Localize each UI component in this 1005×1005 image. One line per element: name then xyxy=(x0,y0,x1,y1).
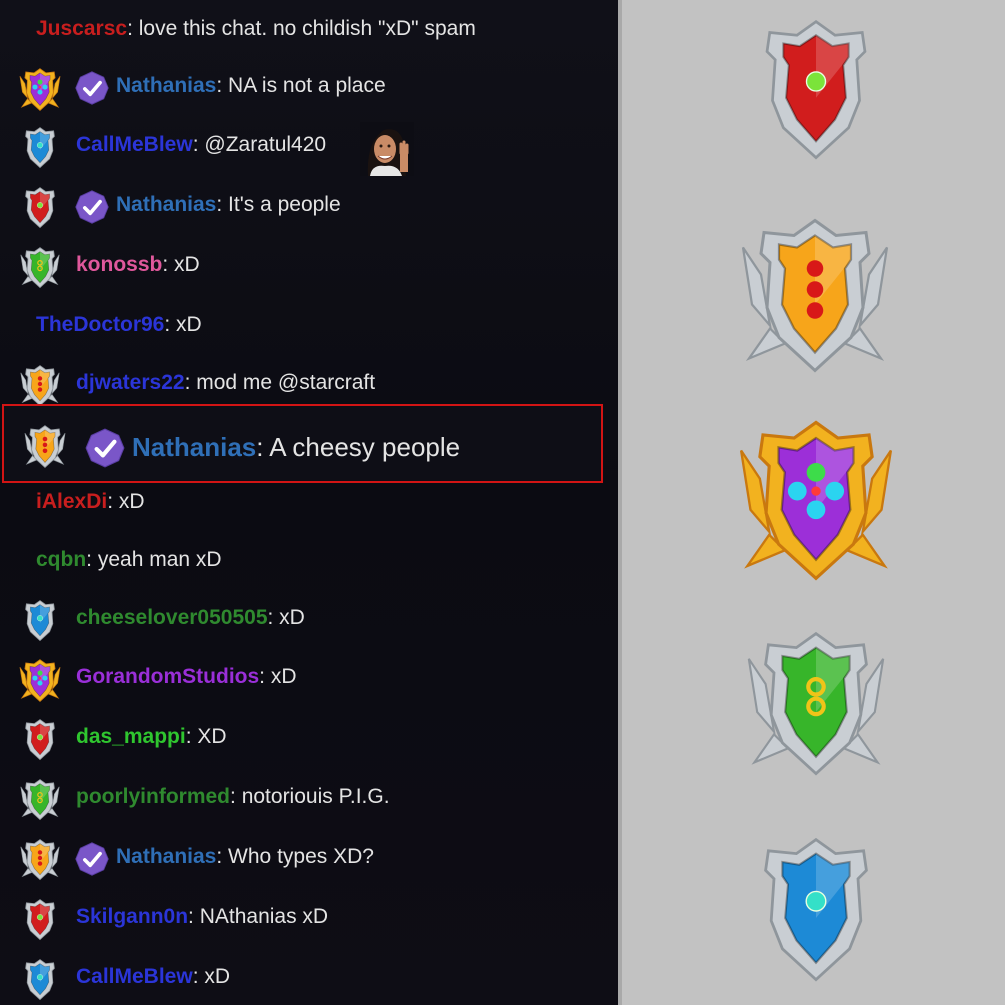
message-text: Who types XD? xyxy=(222,845,374,868)
username[interactable]: Juscarsc xyxy=(36,17,127,40)
emote-image xyxy=(360,122,414,176)
shield-purple-icon xyxy=(18,67,61,112)
message-line: Nathanias: NA is not a place xyxy=(116,74,386,98)
username[interactable]: poorlyinformed xyxy=(76,785,230,808)
username[interactable]: GorandomStudios xyxy=(76,665,259,688)
badge-tier-orange-icon xyxy=(740,208,890,391)
message-text: xD xyxy=(168,253,200,276)
message-text: @Zaratul420 xyxy=(198,133,327,156)
message-text: notoriouis P.I.G. xyxy=(235,785,390,808)
chat-message[interactable]: Skilgann0n: NAthanias xD xyxy=(0,888,618,948)
username[interactable]: Nathanias xyxy=(116,74,216,97)
message-text: love this chat. no childish "xD" spam xyxy=(132,17,476,40)
chat-message[interactable]: das_mappi: XD xyxy=(0,708,618,768)
chat-message[interactable]: Juscarsc: love this chat. no childish "x… xyxy=(0,0,618,60)
message-text: XD xyxy=(191,725,227,748)
chat-message[interactable]: cqbn: yeah man xD xyxy=(0,531,618,591)
message-line: Nathanias: Who types XD? xyxy=(116,845,374,869)
message-line: TheDoctor96: xD xyxy=(36,313,202,337)
chat-message[interactable]: Nathanias: It's a people xyxy=(0,176,618,236)
message-line: GorandomStudios: xD xyxy=(76,665,297,689)
chat-message[interactable]: konossb: xD xyxy=(0,236,618,296)
shield-red-icon xyxy=(20,718,60,762)
verified-badge-icon xyxy=(74,70,110,106)
username[interactable]: cqbn xyxy=(36,548,86,571)
shield-orange-icon xyxy=(20,364,60,408)
username[interactable]: cheeselover050505 xyxy=(76,606,268,629)
chat-message[interactable]: cheeselover050505: xD xyxy=(0,589,618,649)
message-text: xD xyxy=(170,313,202,336)
highlighted-message[interactable]: Nathanias: A cheesy people xyxy=(2,404,603,483)
username[interactable]: das_mappi xyxy=(76,725,186,748)
shield-green-icon xyxy=(20,246,60,290)
badge-tier-red-icon xyxy=(748,2,884,185)
username[interactable]: CallMeBlew xyxy=(76,965,193,988)
chat-message[interactable]: TheDoctor96: xD xyxy=(0,296,618,356)
chat-message[interactable]: Nathanias: NA is not a place xyxy=(0,57,618,117)
username[interactable]: Nathanias xyxy=(116,845,216,868)
chat-message[interactable]: Nathanias: Who types XD? xyxy=(0,828,618,888)
separator: : xyxy=(256,432,264,462)
message-text: yeah man xD xyxy=(92,548,222,571)
message-line: cheeselover050505: xD xyxy=(76,606,305,630)
username[interactable]: Nathanias xyxy=(116,193,216,216)
message-text: xD xyxy=(265,665,297,688)
message-text: A cheesy people xyxy=(263,432,461,462)
shield-red-icon xyxy=(20,898,60,942)
message-text: xD xyxy=(113,490,145,513)
shield-purple-icon xyxy=(18,658,61,703)
verified-badge-icon xyxy=(74,189,110,225)
message-text: It's a people xyxy=(222,193,341,216)
username[interactable]: CallMeBlew xyxy=(76,133,193,156)
chat-message[interactable]: GorandomStudios: xD xyxy=(0,648,618,708)
message-text: NAthanias xD xyxy=(193,905,329,928)
username[interactable]: konossb xyxy=(76,253,162,276)
message-line: Skilgann0n: NAthanias xD xyxy=(76,905,328,929)
shield-orange-icon xyxy=(24,424,66,470)
verified-badge-icon xyxy=(74,841,110,877)
shield-green-icon xyxy=(20,778,60,822)
message-line: djwaters22: mod me @starcraft xyxy=(76,371,375,395)
shield-blue-icon xyxy=(20,126,60,170)
message-line: iAlexDi: xD xyxy=(36,490,145,514)
message-line: CallMeBlew: xD xyxy=(76,965,230,989)
verified-badge-icon xyxy=(84,427,126,469)
message-text: mod me @starcraft xyxy=(190,371,376,394)
message-line: cqbn: yeah man xD xyxy=(36,548,222,572)
message-line: Nathanias: A cheesy people xyxy=(132,432,460,463)
message-line: Juscarsc: love this chat. no childish "x… xyxy=(36,17,476,41)
username[interactable]: TheDoctor96 xyxy=(36,313,164,336)
chat-message[interactable]: iAlexDi: xD xyxy=(0,473,618,533)
message-line: Nathanias: It's a people xyxy=(116,193,341,217)
message-line: CallMeBlew: @Zaratul420 xyxy=(76,133,326,157)
message-line: konossb: xD xyxy=(76,253,200,277)
username[interactable]: iAlexDi xyxy=(36,490,107,513)
username[interactable]: Nathanias xyxy=(132,432,256,462)
message-text: xD xyxy=(273,606,305,629)
chat-message[interactable]: CallMeBlew: @Zaratul420 xyxy=(0,116,618,176)
chat-panel: Juscarsc: love this chat. no childish "x… xyxy=(0,0,618,1005)
username[interactable]: djwaters22 xyxy=(76,371,185,394)
badge-tier-purple-icon xyxy=(738,414,894,595)
message-line: das_mappi: XD xyxy=(76,725,227,749)
chat-message[interactable]: CallMeBlew: xD xyxy=(0,948,618,1005)
shield-orange-icon xyxy=(20,838,60,882)
shield-blue-icon xyxy=(20,599,60,643)
shield-blue-icon xyxy=(20,958,60,1002)
chat-message[interactable]: poorlyinformed: notoriouis P.I.G. xyxy=(0,768,618,828)
panel-divider xyxy=(618,0,622,1005)
badge-tier-blue-icon xyxy=(746,822,886,1005)
message-text: NA is not a place xyxy=(222,74,386,97)
badge-tier-green-icon xyxy=(746,616,886,799)
username[interactable]: Skilgann0n xyxy=(76,905,188,928)
message-text: xD xyxy=(198,965,231,988)
shield-red-icon xyxy=(20,186,60,230)
message-line: poorlyinformed: notoriouis P.I.G. xyxy=(76,785,390,809)
